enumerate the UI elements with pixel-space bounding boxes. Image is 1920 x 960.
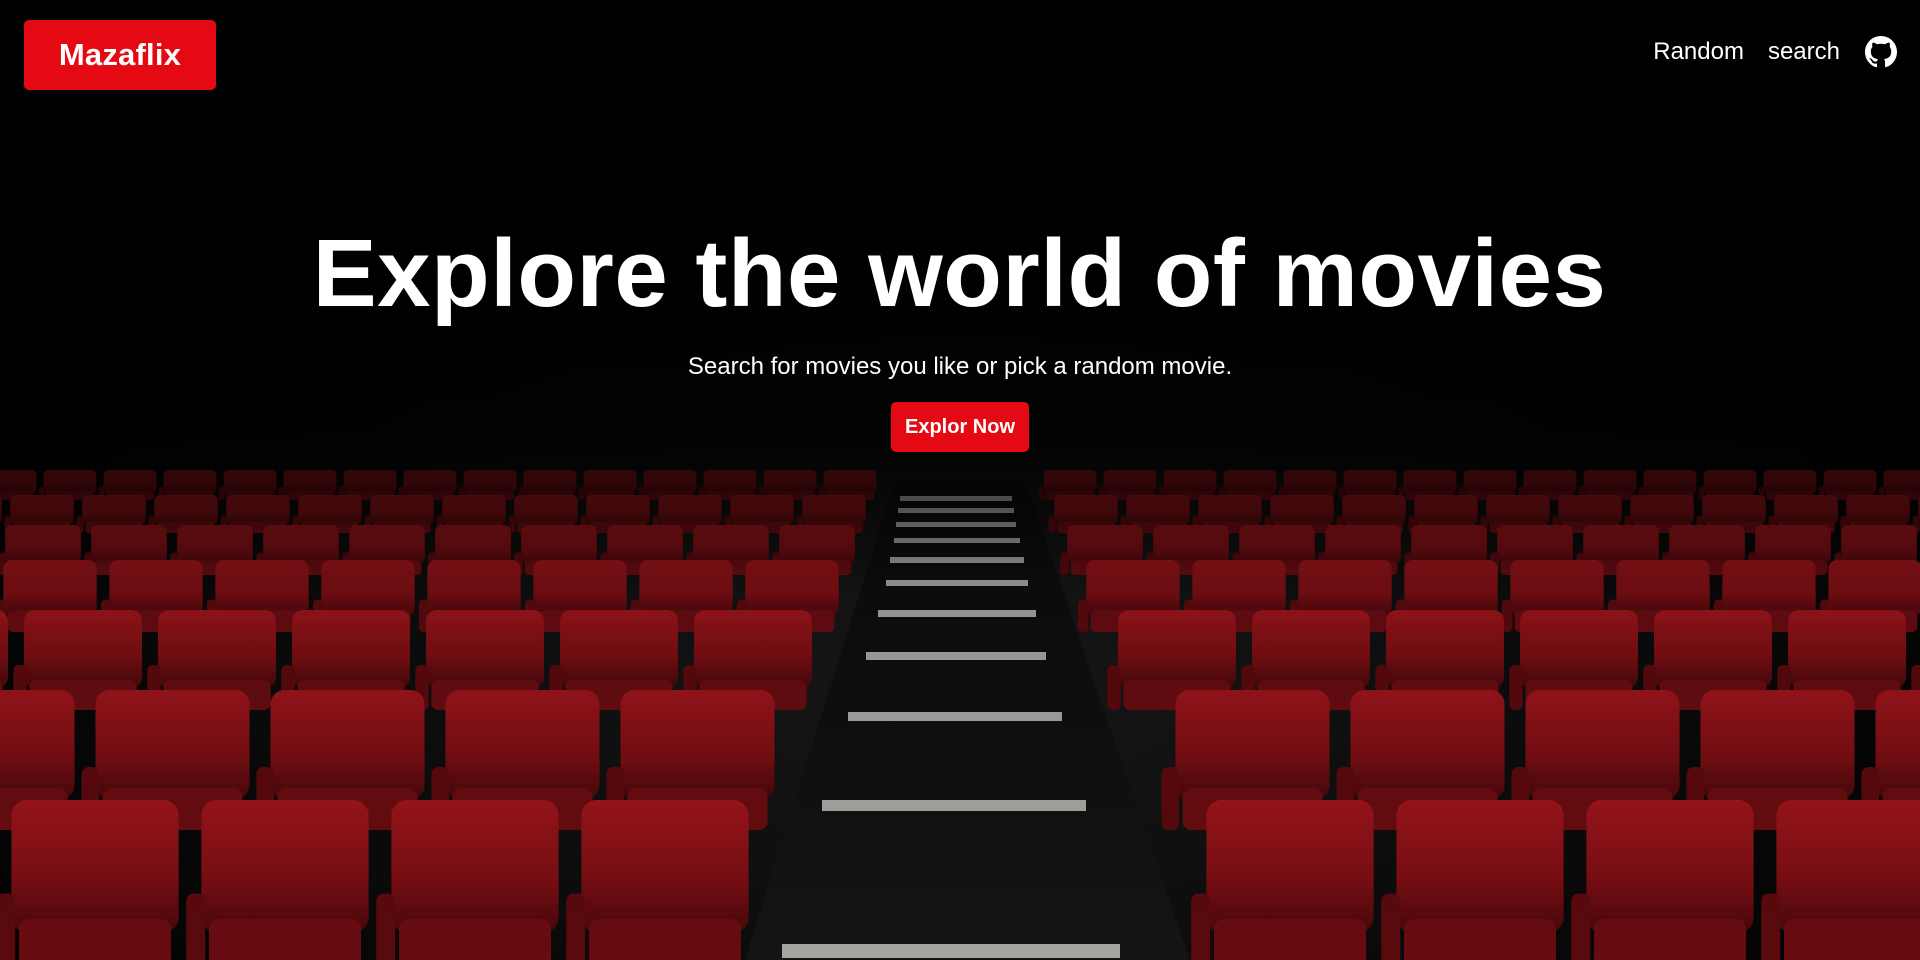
landing-page: Mazaflix Random search Explore the world… [0, 0, 1920, 960]
hero: Explore the world of movies Search for m… [0, 222, 1920, 452]
nav-random-link[interactable]: Random [1653, 38, 1744, 66]
nav-search-link[interactable]: search [1768, 38, 1840, 66]
hero-title: Explore the world of movies [312, 220, 1607, 327]
hero-subtitle: Search for movies you like or pick a ran… [687, 353, 1233, 380]
github-icon[interactable] [1864, 35, 1898, 69]
github-icon-glyph [1865, 36, 1897, 68]
explore-now-button[interactable]: Explor Now [890, 402, 1029, 452]
top-nav: Random search [1653, 30, 1898, 74]
logo[interactable]: Mazaflix [24, 20, 216, 90]
hero-background-image [0, 0, 1920, 960]
